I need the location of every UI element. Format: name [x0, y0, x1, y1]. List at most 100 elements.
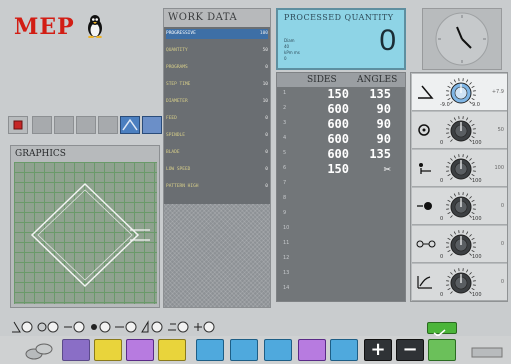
graphics-panel: GRAPHICS — [10, 145, 160, 308]
work-data-value: 50 — [262, 48, 268, 53]
thumbnail-blue-letters[interactable] — [142, 116, 162, 134]
sides-angles-row[interactable]: 10 — [277, 222, 405, 236]
sides-angles-row[interactable]: 4 600 90 — [277, 132, 405, 146]
wire-feed-strip-icon[interactable] — [36, 318, 60, 334]
knob-max: 100 — [472, 292, 482, 298]
work-data-value: 10 — [262, 82, 268, 87]
work-data-value: 0 — [265, 167, 268, 172]
work-data-label: STEP TIME — [166, 82, 191, 87]
thumbnail-slot[interactable] — [54, 116, 74, 134]
ramp-strip-icon[interactable] — [140, 318, 164, 334]
stop-icon — [13, 120, 23, 130]
work-data-label: SPINDLE — [166, 133, 185, 138]
ramp-icon — [417, 276, 432, 289]
side-value: 600 — [327, 117, 349, 131]
angle-value: 90 — [376, 117, 391, 131]
side-value: 600 — [327, 102, 349, 116]
row-number: 8 — [283, 195, 287, 201]
work-data-row[interactable]: LOW SPEED 0 — [166, 165, 268, 175]
work-data-row[interactable]: PATTERN HIGH 0 — [166, 182, 268, 192]
speed-strip-icon[interactable] — [166, 318, 190, 334]
rotation-strip-icon[interactable] — [88, 318, 112, 334]
work-data-row[interactable]: PROGRESSIVE 100 — [166, 29, 268, 39]
angle-value: ✂ — [383, 162, 391, 176]
work-data-label: FEED — [166, 116, 177, 121]
angles-header: ANGLES — [357, 75, 398, 85]
row-number: 13 — [283, 270, 290, 276]
processed-quantity-value: 0 — [379, 24, 396, 57]
thumbnail-slot[interactable] — [76, 116, 96, 134]
straightener-strip-icon[interactable] — [114, 318, 138, 334]
confirm-button[interactable] — [427, 322, 457, 337]
sides-angles-table: 1 150 135 2 600 90 3 600 90 4 600 90 5 600 135 6 150 ✂ 7 8 9… — [277, 87, 405, 301]
bending-head-strip-icon[interactable] — [62, 318, 86, 334]
toolbar-button-5[interactable] — [196, 339, 224, 361]
graphics-title: GRAPHICS — [15, 149, 66, 159]
sides-angles-row[interactable]: 3 600 90 — [277, 117, 405, 131]
toolbar-button-4[interactable] — [158, 339, 186, 361]
coils-icon[interactable] — [24, 340, 54, 362]
work-data-row[interactable]: STEP TIME 10 — [166, 80, 268, 90]
processed-quantity-panel: PROCESSED QUANTITY Diam 40 kPm ms 0 0 — [276, 8, 406, 70]
sides-angles-row[interactable]: 7 — [277, 177, 405, 191]
knob-row[interactable]: -9.0 9.0 +7.9 — [412, 74, 507, 111]
sides-angles-row[interactable]: 12 — [277, 252, 405, 266]
thumbnail-blue-shape[interactable] — [120, 116, 140, 134]
sides-angles-row[interactable]: 14 — [277, 282, 405, 296]
work-data-row[interactable]: PROGRAMS 0 — [166, 63, 268, 73]
row-number: 5 — [283, 150, 287, 156]
knob-row[interactable]: 0 100 0 — [412, 188, 507, 225]
thumbnail-red-stop[interactable] — [8, 116, 28, 134]
thumbnail-slot[interactable] — [98, 116, 118, 134]
work-data-row[interactable]: FEED 0 — [166, 114, 268, 124]
sides-angles-row[interactable]: 9 — [277, 207, 405, 221]
sides-angles-row[interactable]: 8 — [277, 192, 405, 206]
bottom-toolbar: + − — [0, 336, 511, 364]
row-number: 1 — [283, 90, 287, 96]
work-data-row[interactable]: DIAMETER 10 — [166, 97, 268, 107]
sides-angles-row[interactable]: 13 — [277, 267, 405, 281]
angle-value: 135 — [369, 87, 391, 101]
work-data-row[interactable]: QUANTITY 50 — [166, 46, 268, 56]
work-data-label: PATTERN HIGH — [166, 184, 199, 189]
sides-angles-row[interactable]: 11 — [277, 237, 405, 251]
work-data-value: 0 — [265, 116, 268, 121]
knob-max: 100 — [472, 216, 482, 222]
thumbnail-slot[interactable] — [32, 116, 52, 134]
toolbar-button-8[interactable] — [298, 339, 326, 361]
toolbar-button-2[interactable] — [94, 339, 122, 361]
rotation-icon — [417, 202, 432, 210]
work-data-row[interactable]: SPINDLE 0 — [166, 131, 268, 141]
tool-strip-icon[interactable] — [192, 318, 216, 334]
side-value: 150 — [327, 87, 349, 101]
plus-button[interactable]: + — [364, 339, 392, 361]
knob-min: 0 — [440, 254, 444, 260]
knob-value: 100 — [494, 165, 504, 171]
toolbar-button-10[interactable] — [428, 339, 456, 361]
work-data-row[interactable]: BLADE 0 — [166, 148, 268, 158]
status-icon — [471, 347, 503, 358]
toolbar-button-6[interactable] — [230, 339, 258, 361]
knob-row[interactable]: 0 100 50 — [412, 112, 507, 149]
work-data-label: BLADE — [166, 150, 180, 155]
parameter-knobs-panel: -9.0 9.0 +7.9 0 100 50 0 100 100 0 100 0 0 100 0 0 100 0 — [410, 72, 508, 302]
sides-angles-row[interactable]: 2 600 90 — [277, 102, 405, 116]
sides-angles-row[interactable]: 5 600 135 — [277, 147, 405, 161]
clock-face-icon — [435, 12, 489, 66]
knob-row[interactable]: 0 100 0 — [412, 226, 507, 263]
sides-angles-row[interactable]: 6 150 ✂ — [277, 162, 405, 176]
toolbar-button-3[interactable] — [126, 339, 154, 361]
sides-angles-row[interactable]: 1 150 135 — [277, 87, 405, 101]
knob-row[interactable]: 0 100 100 — [412, 150, 507, 187]
angle-value: 90 — [376, 132, 391, 146]
analog-clock — [422, 8, 502, 70]
knob-max: 100 — [472, 178, 482, 184]
knob-row[interactable]: 0 100 0 — [412, 264, 507, 301]
toolbar-button-7[interactable] — [264, 339, 292, 361]
work-data-hatched-area — [164, 204, 270, 307]
toolbar-button-9[interactable] — [330, 339, 358, 361]
minus-button[interactable]: − — [396, 339, 424, 361]
knob-min: 0 — [440, 178, 444, 184]
toolbar-button-1[interactable] — [62, 339, 90, 361]
bend-angle-strip-icon[interactable] — [10, 318, 34, 334]
